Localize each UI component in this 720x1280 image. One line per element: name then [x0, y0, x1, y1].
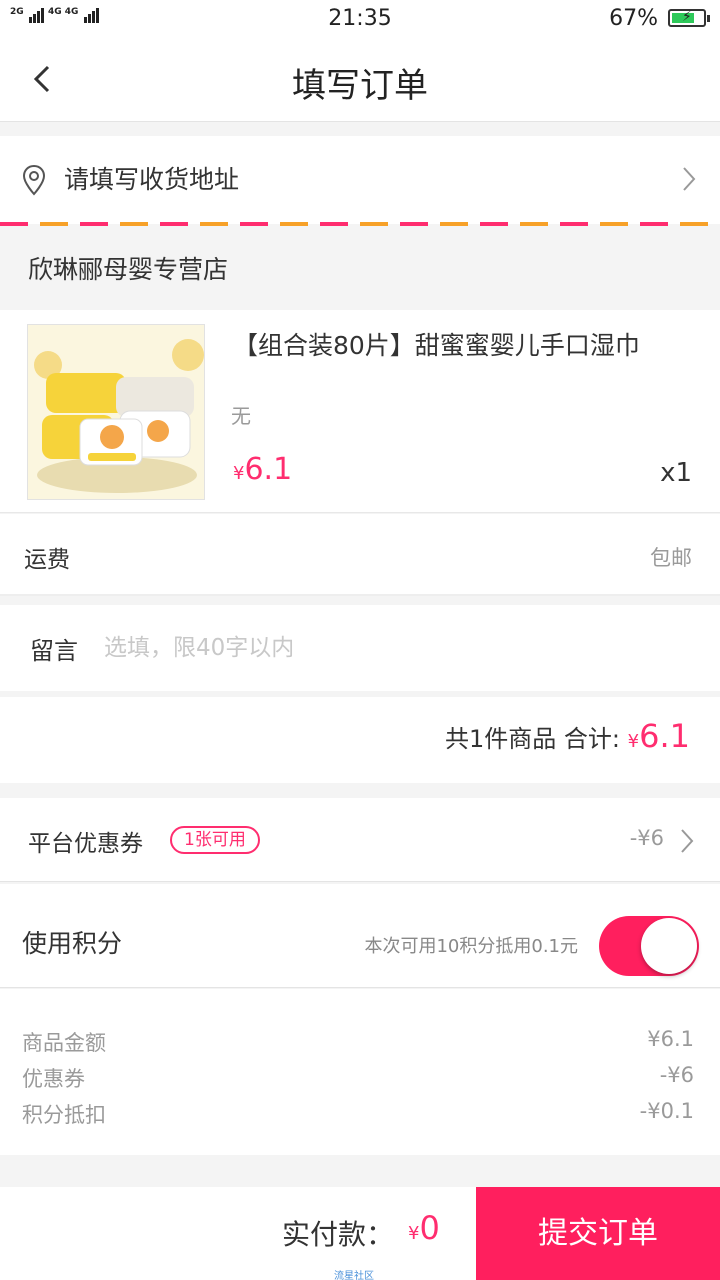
points-hint: 本次可用10积分抵用0.1元: [364, 936, 578, 957]
price-summary: 商品金额 ¥6.1 优惠券 -¥6 积分抵扣 -¥0.1: [0, 989, 720, 1155]
summary-row: 优惠券 -¥6: [0, 1063, 720, 1099]
points-label: 使用积分: [22, 929, 123, 958]
page-title: 填写订单: [292, 66, 428, 106]
price-value: 6.1: [244, 452, 293, 487]
shipping-row: 运费 包邮: [0, 514, 720, 596]
location-pin-icon: [22, 164, 46, 196]
message-label: 留言: [30, 637, 78, 665]
checkout-bar: 实付款： ¥0 提交订单 流星社区: [0, 1187, 720, 1280]
coupon-value: -¥6: [629, 826, 664, 850]
submit-order-button[interactable]: 提交订单: [476, 1187, 720, 1280]
platform-coupon-row[interactable]: 平台优惠券 1张可用 -¥6: [0, 798, 720, 882]
pay-label: 实付款：: [282, 1218, 395, 1251]
currency-symbol: ¥: [233, 463, 245, 484]
points-toggle[interactable]: [599, 916, 699, 976]
charging-bolt-icon: ⚡: [682, 9, 692, 25]
store-name: 欣琳郦母婴专营店: [28, 255, 229, 284]
nav-header: 填写订单: [0, 38, 720, 122]
battery-icon: ⚡: [668, 9, 710, 27]
currency-symbol: ¥: [408, 1223, 420, 1244]
product-image: [27, 324, 205, 500]
chevron-right-icon: [683, 167, 696, 191]
product-item: 【组合装80片】甜蜜蜜婴儿手口湿巾 无 ¥6.1 x1: [0, 310, 720, 513]
summary-row: 商品金额 ¥6.1: [0, 1027, 720, 1063]
message-row: 留言: [0, 605, 720, 691]
address-selector[interactable]: 请填写收货地址: [0, 136, 720, 224]
store-header: 欣琳郦母婴专营店: [0, 226, 720, 310]
subtotal-amount: 6.1: [639, 717, 690, 755]
summary-key: 积分抵扣: [22, 1103, 106, 1127]
pay-value: 0: [419, 1209, 440, 1247]
product-spec: 无: [231, 404, 251, 428]
summary-value: ¥6.1: [647, 1027, 694, 1051]
summary-value: -¥6: [659, 1063, 694, 1087]
subtotal-prefix: 共1件商品 合计:: [445, 725, 628, 753]
pay-amount: ¥0: [408, 1209, 440, 1247]
toggle-knob: [641, 918, 697, 974]
summary-key: 商品金额: [22, 1031, 106, 1055]
shipping-label: 运费: [24, 547, 70, 573]
product-price: ¥6.1: [233, 452, 292, 487]
summary-key: 优惠券: [22, 1067, 85, 1091]
coupon-label: 平台优惠券: [28, 831, 143, 857]
message-input[interactable]: [104, 631, 684, 665]
coupon-available-badge: 1张可用: [170, 826, 260, 854]
subtotal-row: 共1件商品 合计: ¥6.1: [0, 697, 720, 783]
subtotal-text: 共1件商品 合计: ¥6.1: [445, 717, 690, 755]
summary-row: 积分抵扣 -¥0.1: [0, 1099, 720, 1135]
product-name: 【组合装80片】甜蜜蜜婴儿手口湿巾: [233, 331, 640, 360]
address-label: 请填写收货地址: [64, 165, 240, 194]
summary-value: -¥0.1: [639, 1099, 694, 1123]
status-bar: 2G 4G 4G 21:35 67% ⚡: [0, 0, 720, 38]
chevron-right-icon: [681, 829, 694, 853]
points-row: 使用积分 本次可用10积分抵用0.1元: [0, 884, 720, 988]
shipping-value: 包邮: [650, 546, 692, 570]
watermark: 流星社区: [334, 1271, 374, 1280]
currency-symbol: ¥: [627, 731, 640, 752]
battery-percent: 67%: [609, 6, 658, 31]
product-quantity: x1: [660, 458, 692, 488]
